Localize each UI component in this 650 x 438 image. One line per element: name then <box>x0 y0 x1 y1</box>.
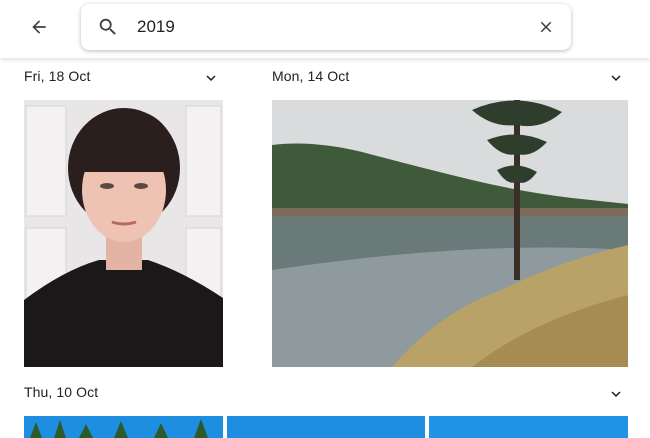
search-box[interactable] <box>81 4 571 50</box>
photo-sky-2[interactable] <box>227 416 425 438</box>
photo-portrait[interactable] <box>24 100 223 367</box>
date-header-fri-18-oct: Fri, 18 Oct <box>24 68 91 84</box>
photo-sky-3[interactable] <box>429 416 628 438</box>
search-icon <box>97 16 119 38</box>
arrow-back-icon <box>32 20 46 34</box>
chevron-down-icon[interactable] <box>607 385 625 403</box>
chevron-down-icon[interactable] <box>607 69 625 87</box>
close-icon <box>540 21 552 33</box>
photo-trees-sky-1[interactable] <box>24 416 223 438</box>
search-input[interactable] <box>137 12 517 42</box>
back-button[interactable] <box>22 10 56 44</box>
top-bar <box>0 0 650 58</box>
date-header-thu-10-oct: Thu, 10 Oct <box>24 384 99 400</box>
photo-lake[interactable] <box>272 100 628 367</box>
clear-search-button[interactable] <box>535 16 557 38</box>
chevron-down-icon[interactable] <box>202 69 220 87</box>
date-header-mon-14-oct: Mon, 14 Oct <box>272 68 350 84</box>
